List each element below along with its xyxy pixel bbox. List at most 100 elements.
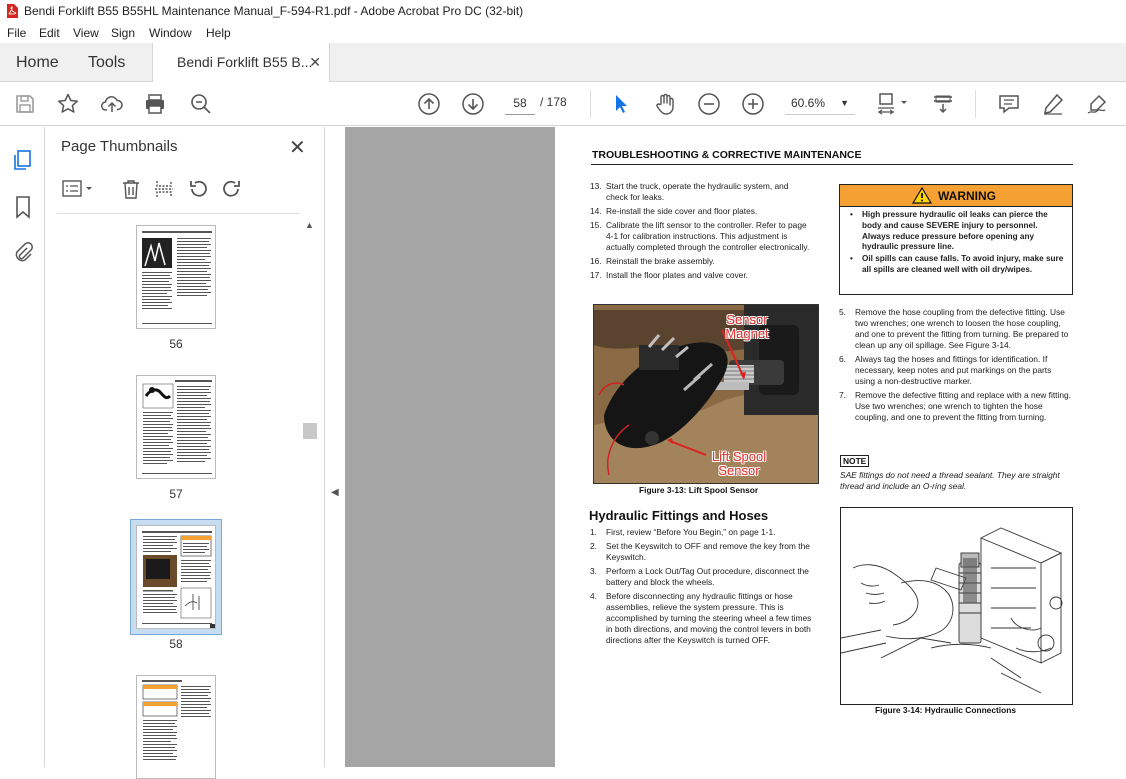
next-page-icon[interactable] — [461, 92, 485, 116]
sensor-magnet-label: Sensor Magnet — [725, 312, 769, 341]
zoom-level-value: 60.6% — [791, 96, 826, 110]
chevron-down-icon: ▼ — [840, 98, 849, 108]
list-item: 17. Install the floor plates and valve co… — [590, 270, 748, 280]
menu-edit[interactable]: Edit — [39, 26, 60, 40]
thumbnail-page-number: 57 — [169, 487, 183, 501]
fit-page-icon[interactable] — [876, 92, 912, 116]
list-item: 4. Before disconnecting any hydraulic fit… — [590, 591, 812, 645]
note-label: NOTE — [840, 455, 870, 467]
tab-document-label: Bendi Forklift B55 B... — [177, 54, 313, 70]
thumbnail-page-number: 58 — [169, 637, 183, 651]
page-thumbnails-icon[interactable] — [12, 149, 34, 171]
zoom-in-icon[interactable] — [741, 92, 765, 116]
figure-caption: Figure 3-14: Hydraulic Connections — [875, 705, 1017, 715]
scroll-up-arrow-icon[interactable]: ▲ — [305, 220, 314, 230]
panel-divider — [57, 213, 299, 214]
list-item: • Oil spills can cause falls. To avoid in… — [850, 254, 1064, 274]
lift-spool-sensor-photo: Sensor Magnet Lift Spool Sensor — [593, 304, 819, 484]
menu-bar: File Edit View Sign Window Help — [0, 22, 1126, 43]
select-cursor-icon[interactable] — [609, 92, 633, 116]
pdf-page: TROUBLESHOOTING & CORRECTIVE MAINTENANCE… — [555, 127, 1126, 767]
zoom-level-select[interactable]: 60.6% ▼ — [785, 91, 855, 115]
warning-list: • High pressure hydraulic oil leaks can p… — [850, 210, 1066, 276]
page-thumbnail-58[interactable] — [136, 525, 216, 629]
acrobat-pdf-icon — [7, 4, 18, 18]
warning-triangle-icon — [912, 187, 932, 204]
thumbnail-scrollbar[interactable]: ▲ — [303, 218, 317, 767]
toolbar-divider — [590, 90, 591, 118]
warning-title: WARNING — [938, 189, 996, 203]
previous-page-icon[interactable] — [417, 92, 441, 116]
note-text: SAE fittings do not need a thread sealan… — [840, 470, 1060, 491]
figure-caption: Figure 3-13: Lift Spool Sensor — [639, 485, 759, 495]
page-total: / 178 — [540, 95, 567, 109]
list-item: 7. Remove the defective fitting and repla… — [839, 390, 1072, 422]
list-item: 2. Set the Keyswitch to OFF and remove th… — [590, 541, 810, 562]
bookmarks-icon[interactable] — [13, 195, 33, 219]
list-item: 1. First, review “Before You Begin,” on p… — [590, 527, 776, 537]
rotate-counterclockwise-icon[interactable] — [187, 178, 209, 200]
page-header: TROUBLESHOOTING & CORRECTIVE MAINTENANCE — [592, 149, 862, 161]
save-icon[interactable] — [13, 92, 37, 116]
list-item: 15. Calibrate the lift sensor to the cont… — [590, 220, 810, 252]
tab-document[interactable]: Bendi Forklift B55 B... ✕ — [152, 43, 330, 83]
menu-window[interactable]: Window — [149, 26, 192, 40]
menu-view[interactable]: View — [73, 26, 99, 40]
highlight-pen-icon[interactable] — [1041, 92, 1065, 116]
menu-help[interactable]: Help — [206, 26, 231, 40]
section-heading: Hydraulic Fittings and Hoses — [589, 508, 769, 523]
list-item: 14. Re-install the side cover and floor p… — [590, 206, 758, 216]
menu-sign[interactable]: Sign — [111, 26, 135, 40]
page-thumbnails-panel: Page Thumbnails ✕ 56 57 58 ▲ — [45, 127, 325, 779]
thumbnail-page-number: 56 — [169, 337, 183, 351]
upload-cloud-icon[interactable] — [100, 92, 124, 116]
zoom-out-icon[interactable] — [697, 92, 721, 116]
tab-home[interactable]: Home — [16, 43, 59, 82]
page-number-input[interactable]: 58 — [505, 91, 535, 115]
page-thumbnail-59[interactable] — [136, 675, 216, 779]
main-toolbar: 58 / 178 60.6% ▼ — [0, 82, 1126, 126]
hydraulic-connections-drawing — [840, 507, 1073, 705]
collapse-arrow-icon[interactable]: ◀ — [331, 487, 339, 498]
delete-trash-icon[interactable] — [120, 178, 142, 200]
steps-list-left: 13. Start the truck, operate the hydrauli… — [590, 181, 810, 284]
left-navigation-rail — [0, 127, 45, 767]
comment-icon[interactable] — [997, 92, 1021, 116]
page-thumbnail-56[interactable] — [136, 225, 216, 329]
attachment-paperclip-icon[interactable] — [12, 241, 34, 263]
list-item: 5. Remove the hose coupling from the defe… — [839, 307, 1069, 350]
scroll-mode-icon[interactable] — [931, 92, 955, 116]
tab-bar: Home Tools Bendi Forklift B55 B... ✕ — [0, 43, 1126, 83]
lift-spool-sensor-label: Lift Spool Sensor — [711, 449, 767, 478]
toolbar-divider — [975, 90, 976, 118]
panel-collapse-gutter[interactable]: ◀ — [325, 127, 345, 767]
list-item: 3. Perform a Lock Out/Tag Out procedure, … — [590, 566, 809, 587]
rotate-clockwise-icon[interactable] — [221, 178, 243, 200]
page-thumbnail-57[interactable] — [136, 375, 216, 479]
list-item: 6. Always tag the hoses and fittings for … — [839, 354, 1052, 386]
star-bookmark-icon[interactable] — [56, 92, 80, 116]
hand-tool-icon[interactable] — [653, 92, 677, 116]
header-rule — [591, 164, 1073, 165]
document-viewer[interactable]: TROUBLESHOOTING & CORRECTIVE MAINTENANCE… — [345, 127, 1126, 767]
scrollbar-thumb[interactable] — [303, 423, 317, 439]
list-item: 13. Start the truck, operate the hydrauli… — [590, 181, 789, 202]
menu-file[interactable]: File — [7, 26, 26, 40]
options-menu-icon[interactable] — [61, 178, 97, 200]
list-item: 16. Reinstall the brake assembly. — [590, 256, 715, 266]
warning-header: WARNING — [840, 185, 1072, 207]
close-panel-icon[interactable]: ✕ — [289, 135, 306, 160]
steps-list-right: 5. Remove the hose coupling from the defe… — [839, 307, 1073, 426]
panel-title: Page Thumbnails — [61, 138, 178, 155]
window-title: Bendi Forklift B55 B55HL Maintenance Man… — [24, 4, 524, 18]
tab-tools[interactable]: Tools — [88, 43, 125, 82]
zoom-search-icon[interactable] — [189, 92, 213, 116]
close-tab-icon[interactable]: ✕ — [309, 43, 321, 82]
split-page-icon[interactable] — [153, 178, 175, 200]
title-bar: Bendi Forklift B55 B55HL Maintenance Man… — [0, 0, 1126, 22]
sign-pen-icon[interactable] — [1085, 92, 1109, 116]
steps-list-section: 1. First, review “Before You Begin,” on p… — [590, 527, 820, 649]
warning-box: WARNING • High pressure hydraulic oil lea… — [839, 184, 1073, 295]
list-item: • High pressure hydraulic oil leaks can p… — [850, 210, 1048, 252]
print-icon[interactable] — [143, 92, 167, 116]
